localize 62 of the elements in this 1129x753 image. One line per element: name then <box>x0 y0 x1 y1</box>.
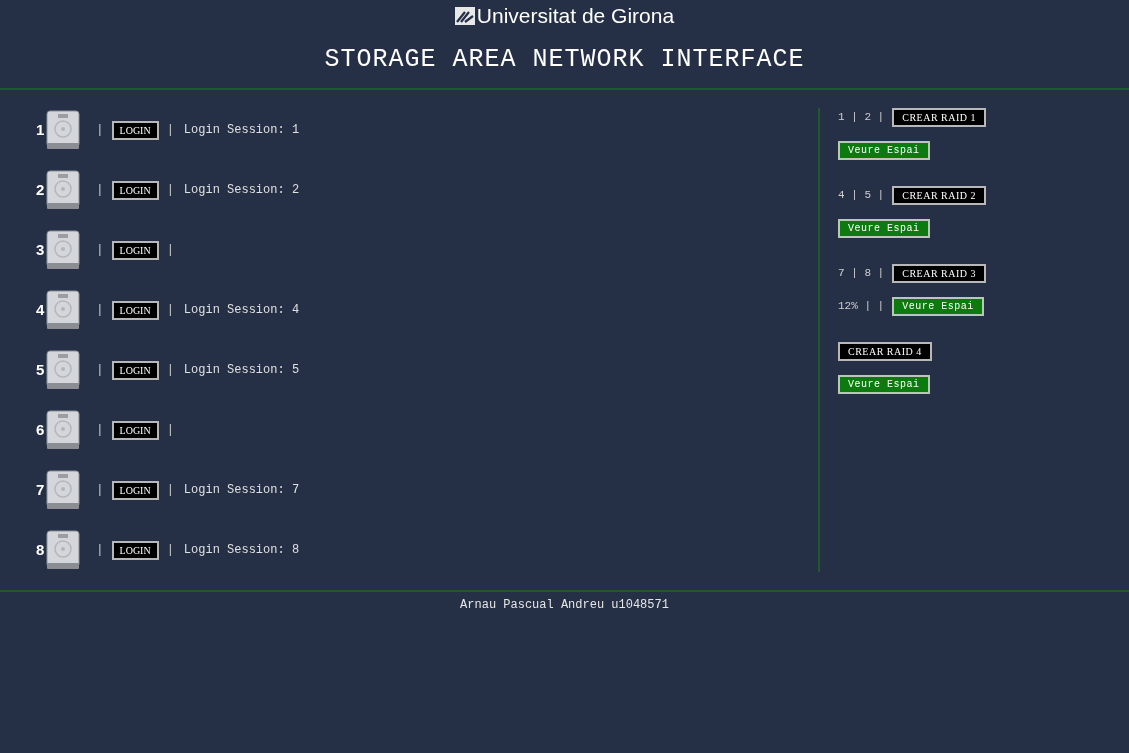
create-raid-button[interactable]: CREAR RAID 4 <box>838 342 932 361</box>
hard-drive-icon <box>46 110 81 150</box>
session-label: Login Session: 8 <box>183 542 300 559</box>
disk-number: 5 <box>36 359 45 380</box>
separator: | <box>166 242 174 259</box>
login-button[interactable]: LOGIN <box>111 540 159 560</box>
disk-list: 4 | 5 | <box>838 187 885 204</box>
separator: | <box>96 242 104 259</box>
separator: | <box>96 542 104 559</box>
separator: | <box>96 362 104 379</box>
login-button[interactable]: LOGIN <box>111 120 159 140</box>
hard-drive-icon <box>46 470 81 510</box>
separator: | <box>166 422 174 439</box>
login-button[interactable]: LOGIN <box>111 180 159 200</box>
session-label: Login Session: 2 <box>183 182 300 199</box>
disk-number: 2 <box>36 179 45 200</box>
login-button[interactable]: LOGIN <box>111 300 159 320</box>
create-raid-button[interactable]: CREAR RAID 3 <box>892 264 986 283</box>
login-button[interactable]: LOGIN <box>111 240 159 260</box>
login-button[interactable]: LOGIN <box>111 420 159 440</box>
session-label: Login Session: 7 <box>183 482 300 499</box>
usage-label: 12% | | <box>838 299 885 315</box>
disk-number: 6 <box>36 419 45 440</box>
session-label: Login Session: 4 <box>183 302 300 319</box>
create-raid-button[interactable]: CREAR RAID 2 <box>892 186 986 205</box>
disk-number: 1 <box>36 119 45 140</box>
disk-list: 7 | 8 | <box>838 265 885 282</box>
separator: | <box>166 482 174 499</box>
author-name: Arnau Pascual Andreu u1048571 <box>460 597 669 614</box>
hard-drive-icon <box>46 350 81 390</box>
hard-drive-icon <box>46 170 81 210</box>
session-label: Login Session: 5 <box>183 362 300 379</box>
university-name: Universitat de Girona <box>476 3 675 29</box>
view-space-button[interactable]: Veure Espai <box>838 219 930 238</box>
view-space-button[interactable]: Veure Espai <box>838 375 930 394</box>
disk-number: 4 <box>36 299 45 320</box>
separator: | <box>96 182 104 199</box>
disk-list: 1 | 2 | <box>838 109 885 126</box>
session-label: Login Session: 1 <box>183 122 300 139</box>
page-title: STORAGE AREA NETWORK INTERFACE <box>324 44 805 76</box>
logo-icon <box>454 7 475 25</box>
view-space-button[interactable]: Veure Espai <box>892 297 984 316</box>
separator: | <box>166 542 174 559</box>
login-button[interactable]: LOGIN <box>111 360 159 380</box>
hard-drive-icon <box>46 290 81 330</box>
hard-drive-icon <box>46 530 81 570</box>
separator: | <box>96 122 104 139</box>
disk-number: 7 <box>36 479 45 500</box>
separator: | <box>96 482 104 499</box>
disk-number: 3 <box>36 239 45 260</box>
separator: | <box>166 362 174 379</box>
separator: | <box>166 122 174 139</box>
hard-drive-icon <box>46 230 81 270</box>
disk-number: 8 <box>36 539 45 560</box>
separator: | <box>96 422 104 439</box>
login-button[interactable]: LOGIN <box>111 480 159 500</box>
view-space-button[interactable]: Veure Espai <box>838 141 930 160</box>
separator: | <box>166 302 174 319</box>
hard-drive-icon <box>46 410 81 450</box>
separator: | <box>166 182 174 199</box>
create-raid-button[interactable]: CREAR RAID 1 <box>892 108 986 127</box>
separator: | <box>96 302 104 319</box>
